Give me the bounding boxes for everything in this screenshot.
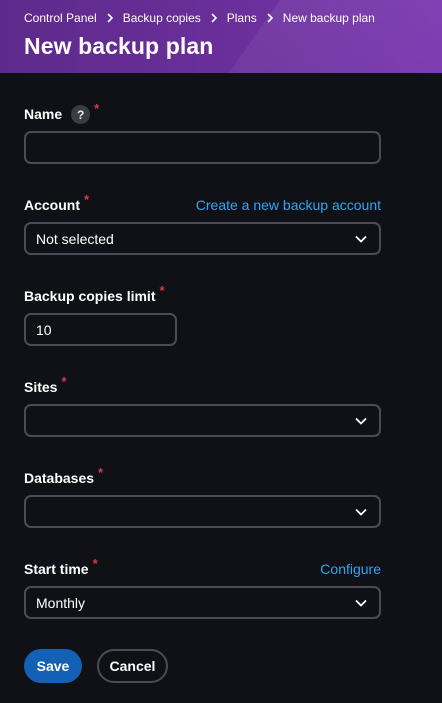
account-select[interactable]: Not selected	[24, 222, 381, 255]
chevron-right-icon	[266, 13, 274, 23]
create-backup-account-link[interactable]: Create a new backup account	[196, 197, 381, 213]
required-marker: *	[94, 101, 100, 116]
databases-label-text: Databases	[24, 470, 95, 486]
start-time-label: Start time *	[24, 556, 98, 577]
sites-label: Sites *	[24, 374, 67, 395]
backup-copies-limit-label: Backup copies limit *	[24, 283, 165, 304]
start-time-select[interactable]: Monthly	[24, 586, 381, 619]
databases-label: Databases *	[24, 465, 103, 486]
backup-copies-limit-input[interactable]	[24, 313, 177, 346]
account-select-value: Not selected	[36, 230, 114, 247]
page-title: New backup plan	[24, 33, 214, 59]
sites-label-text: Sites	[24, 379, 58, 395]
start-time-select-value: Monthly	[36, 594, 86, 611]
databases-select[interactable]	[24, 495, 381, 528]
breadcrumb-control-panel[interactable]: Control Panel	[24, 11, 97, 25]
page-header: Control Panel Backup copies Plans New ba…	[0, 0, 442, 73]
chevron-down-icon	[355, 599, 367, 607]
required-marker: *	[61, 374, 67, 389]
required-marker: *	[159, 283, 165, 298]
start-time-label-text: Start time	[24, 561, 89, 577]
breadcrumb-backup-copies[interactable]: Backup copies	[123, 11, 201, 25]
configure-link[interactable]: Configure	[320, 561, 381, 577]
save-button[interactable]: Save	[24, 649, 82, 683]
chevron-down-icon	[355, 508, 367, 516]
breadcrumb: Control Panel Backup copies Plans New ba…	[24, 11, 375, 25]
required-marker: *	[98, 465, 104, 480]
account-label: Account *	[24, 192, 89, 213]
required-marker: *	[84, 192, 90, 207]
name-label-text: Name	[24, 106, 63, 122]
cancel-button[interactable]: Cancel	[97, 649, 168, 683]
help-icon[interactable]: ?	[71, 105, 91, 124]
required-marker: *	[92, 556, 98, 571]
name-label: Name ? *	[24, 101, 99, 124]
chevron-down-icon	[355, 235, 367, 243]
backup-copies-limit-label-text: Backup copies limit	[24, 288, 156, 304]
name-input[interactable]	[24, 131, 381, 164]
chevron-right-icon	[210, 13, 218, 23]
sites-select[interactable]	[24, 404, 381, 437]
chevron-right-icon	[106, 13, 114, 23]
account-label-text: Account	[24, 197, 80, 213]
chevron-down-icon	[355, 417, 367, 425]
breadcrumb-current: New backup plan	[282, 11, 375, 25]
breadcrumb-plans[interactable]: Plans	[227, 11, 257, 25]
